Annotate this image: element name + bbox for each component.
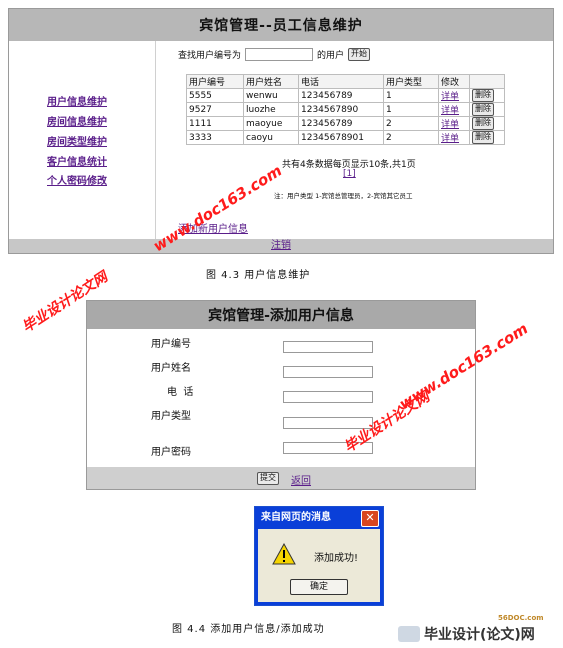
sidebar-item-room-type[interactable]: 房间类型维护 — [47, 133, 107, 148]
cell-id: 3333 — [186, 130, 244, 145]
table-row: 9527 luozhe 1234567890 1 详单 删除 — [186, 102, 505, 117]
search-bar: 查找用户编号为 的用户 开始 — [178, 48, 371, 61]
submit-button[interactable]: 提交 — [257, 472, 279, 485]
cell-edit: 详单 — [438, 88, 470, 103]
sidebar-item-user-info[interactable]: 用户信息维护 — [47, 93, 107, 108]
dialog-message: 添加成功! — [314, 553, 359, 564]
logo-small-text: 56DOC.com — [498, 614, 544, 622]
cell-edit: 详单 — [438, 102, 470, 117]
cell-id: 1111 — [186, 116, 244, 131]
detail-link[interactable]: 详单 — [441, 134, 459, 144]
detail-link[interactable]: 详单 — [441, 120, 459, 130]
cell-delete: 删除 — [469, 116, 505, 131]
label-user-type: 用户类型 — [151, 411, 191, 422]
cell-delete: 删除 — [469, 88, 505, 103]
users-table: 用户编号 用户姓名 电话 用户类型 修改 5555 wenwu 12345678… — [186, 74, 505, 145]
sidebar-item-customer-stats[interactable]: 客户信息统计 — [47, 153, 107, 168]
cell-type: 2 — [383, 116, 439, 131]
cell-name: maoyue — [243, 116, 299, 131]
cell-phone: 12345678901 — [298, 130, 384, 145]
search-prefix-label: 查找用户编号为 — [178, 51, 242, 61]
col-header-edit: 修改 — [438, 74, 470, 89]
delete-button[interactable]: 删除 — [472, 117, 494, 130]
table-row: 1111 maoyue 123456789 2 详单 删除 — [186, 116, 505, 131]
detail-link[interactable]: 详单 — [441, 106, 459, 116]
sidebar: 用户信息维护 房间信息维护 房间类型维护 客户信息统计 个人密码修改 — [9, 41, 156, 241]
table-header-row: 用户编号 用户姓名 电话 用户类型 修改 — [186, 74, 505, 89]
cell-type: 2 — [383, 130, 439, 145]
dialog-body: 添加成功! 确定 — [258, 529, 380, 602]
figure-caption-4-3: 图 4.3 用户信息维护 — [206, 270, 311, 281]
cell-edit: 详单 — [438, 116, 470, 131]
warning-icon — [272, 543, 296, 565]
cell-type: 1 — [383, 88, 439, 103]
cell-edit: 详单 — [438, 130, 470, 145]
user-type-note: 注：用户类型 1-宾馆总管理员，2-宾馆其它员工 — [274, 192, 413, 200]
cell-delete: 删除 — [469, 102, 505, 117]
delete-button[interactable]: 删除 — [472, 89, 494, 102]
cell-phone: 123456789 — [298, 116, 384, 131]
search-suffix-label: 的用户 — [317, 51, 345, 61]
user-name-input[interactable] — [283, 366, 373, 378]
label-user-name: 用户姓名 — [151, 363, 191, 374]
col-header-id: 用户编号 — [186, 74, 244, 89]
figure-caption-4-4: 图 4.4 添加用户信息/添加成功 — [172, 624, 325, 635]
table-row: 3333 caoyu 12345678901 2 详单 删除 — [186, 130, 505, 145]
col-header-phone: 电话 — [298, 74, 384, 89]
add-user-title: 宾馆管理-添加用户信息 — [87, 301, 475, 329]
cell-delete: 删除 — [469, 130, 505, 145]
ok-button[interactable]: 确定 — [290, 579, 348, 595]
sidebar-item-password[interactable]: 个人密码修改 — [47, 172, 107, 187]
add-user-footer: 提交 返回 — [87, 467, 475, 489]
close-icon[interactable]: ✕ — [361, 510, 379, 527]
cell-id: 5555 — [186, 88, 244, 103]
search-start-button[interactable]: 开始 — [348, 48, 371, 61]
logout-link[interactable]: 注销 — [271, 240, 291, 251]
cell-name: wenwu — [243, 88, 299, 103]
label-user-id: 用户编号 — [151, 339, 191, 350]
delete-button[interactable]: 删除 — [472, 103, 494, 116]
cell-name: luozhe — [243, 102, 299, 117]
logo-text: 毕业设计(论文)网 — [424, 627, 535, 643]
table-row: 5555 wenwu 123456789 1 详单 删除 — [186, 88, 505, 103]
label-password: 用户密码 — [151, 447, 191, 458]
footer-bar: 注销 — [9, 239, 553, 253]
cell-name: caoyu — [243, 130, 299, 145]
cell-phone: 1234567890 — [298, 102, 384, 117]
delete-button[interactable]: 删除 — [472, 131, 494, 144]
cell-type: 1 — [383, 102, 439, 117]
page-link-1[interactable]: [1] — [343, 169, 356, 179]
col-header-type: 用户类型 — [383, 74, 439, 89]
sidebar-item-room-info[interactable]: 房间信息维护 — [47, 113, 107, 128]
col-header-name: 用户姓名 — [243, 74, 299, 89]
back-link[interactable]: 返回 — [291, 472, 311, 487]
logo-icon — [398, 626, 420, 642]
cell-id: 9527 — [186, 102, 244, 117]
search-input[interactable] — [245, 48, 314, 61]
cell-phone: 123456789 — [298, 88, 384, 103]
page-title: 宾馆管理--员工信息维护 — [9, 9, 553, 41]
phone-input[interactable] — [283, 391, 373, 403]
user-id-input[interactable] — [283, 341, 373, 353]
detail-link[interactable]: 详单 — [441, 92, 459, 102]
message-dialog: 来自网页的消息 ✕ 添加成功! 确定 — [254, 506, 384, 606]
label-phone: 电 话 — [167, 387, 194, 398]
col-header-delete — [469, 74, 505, 89]
